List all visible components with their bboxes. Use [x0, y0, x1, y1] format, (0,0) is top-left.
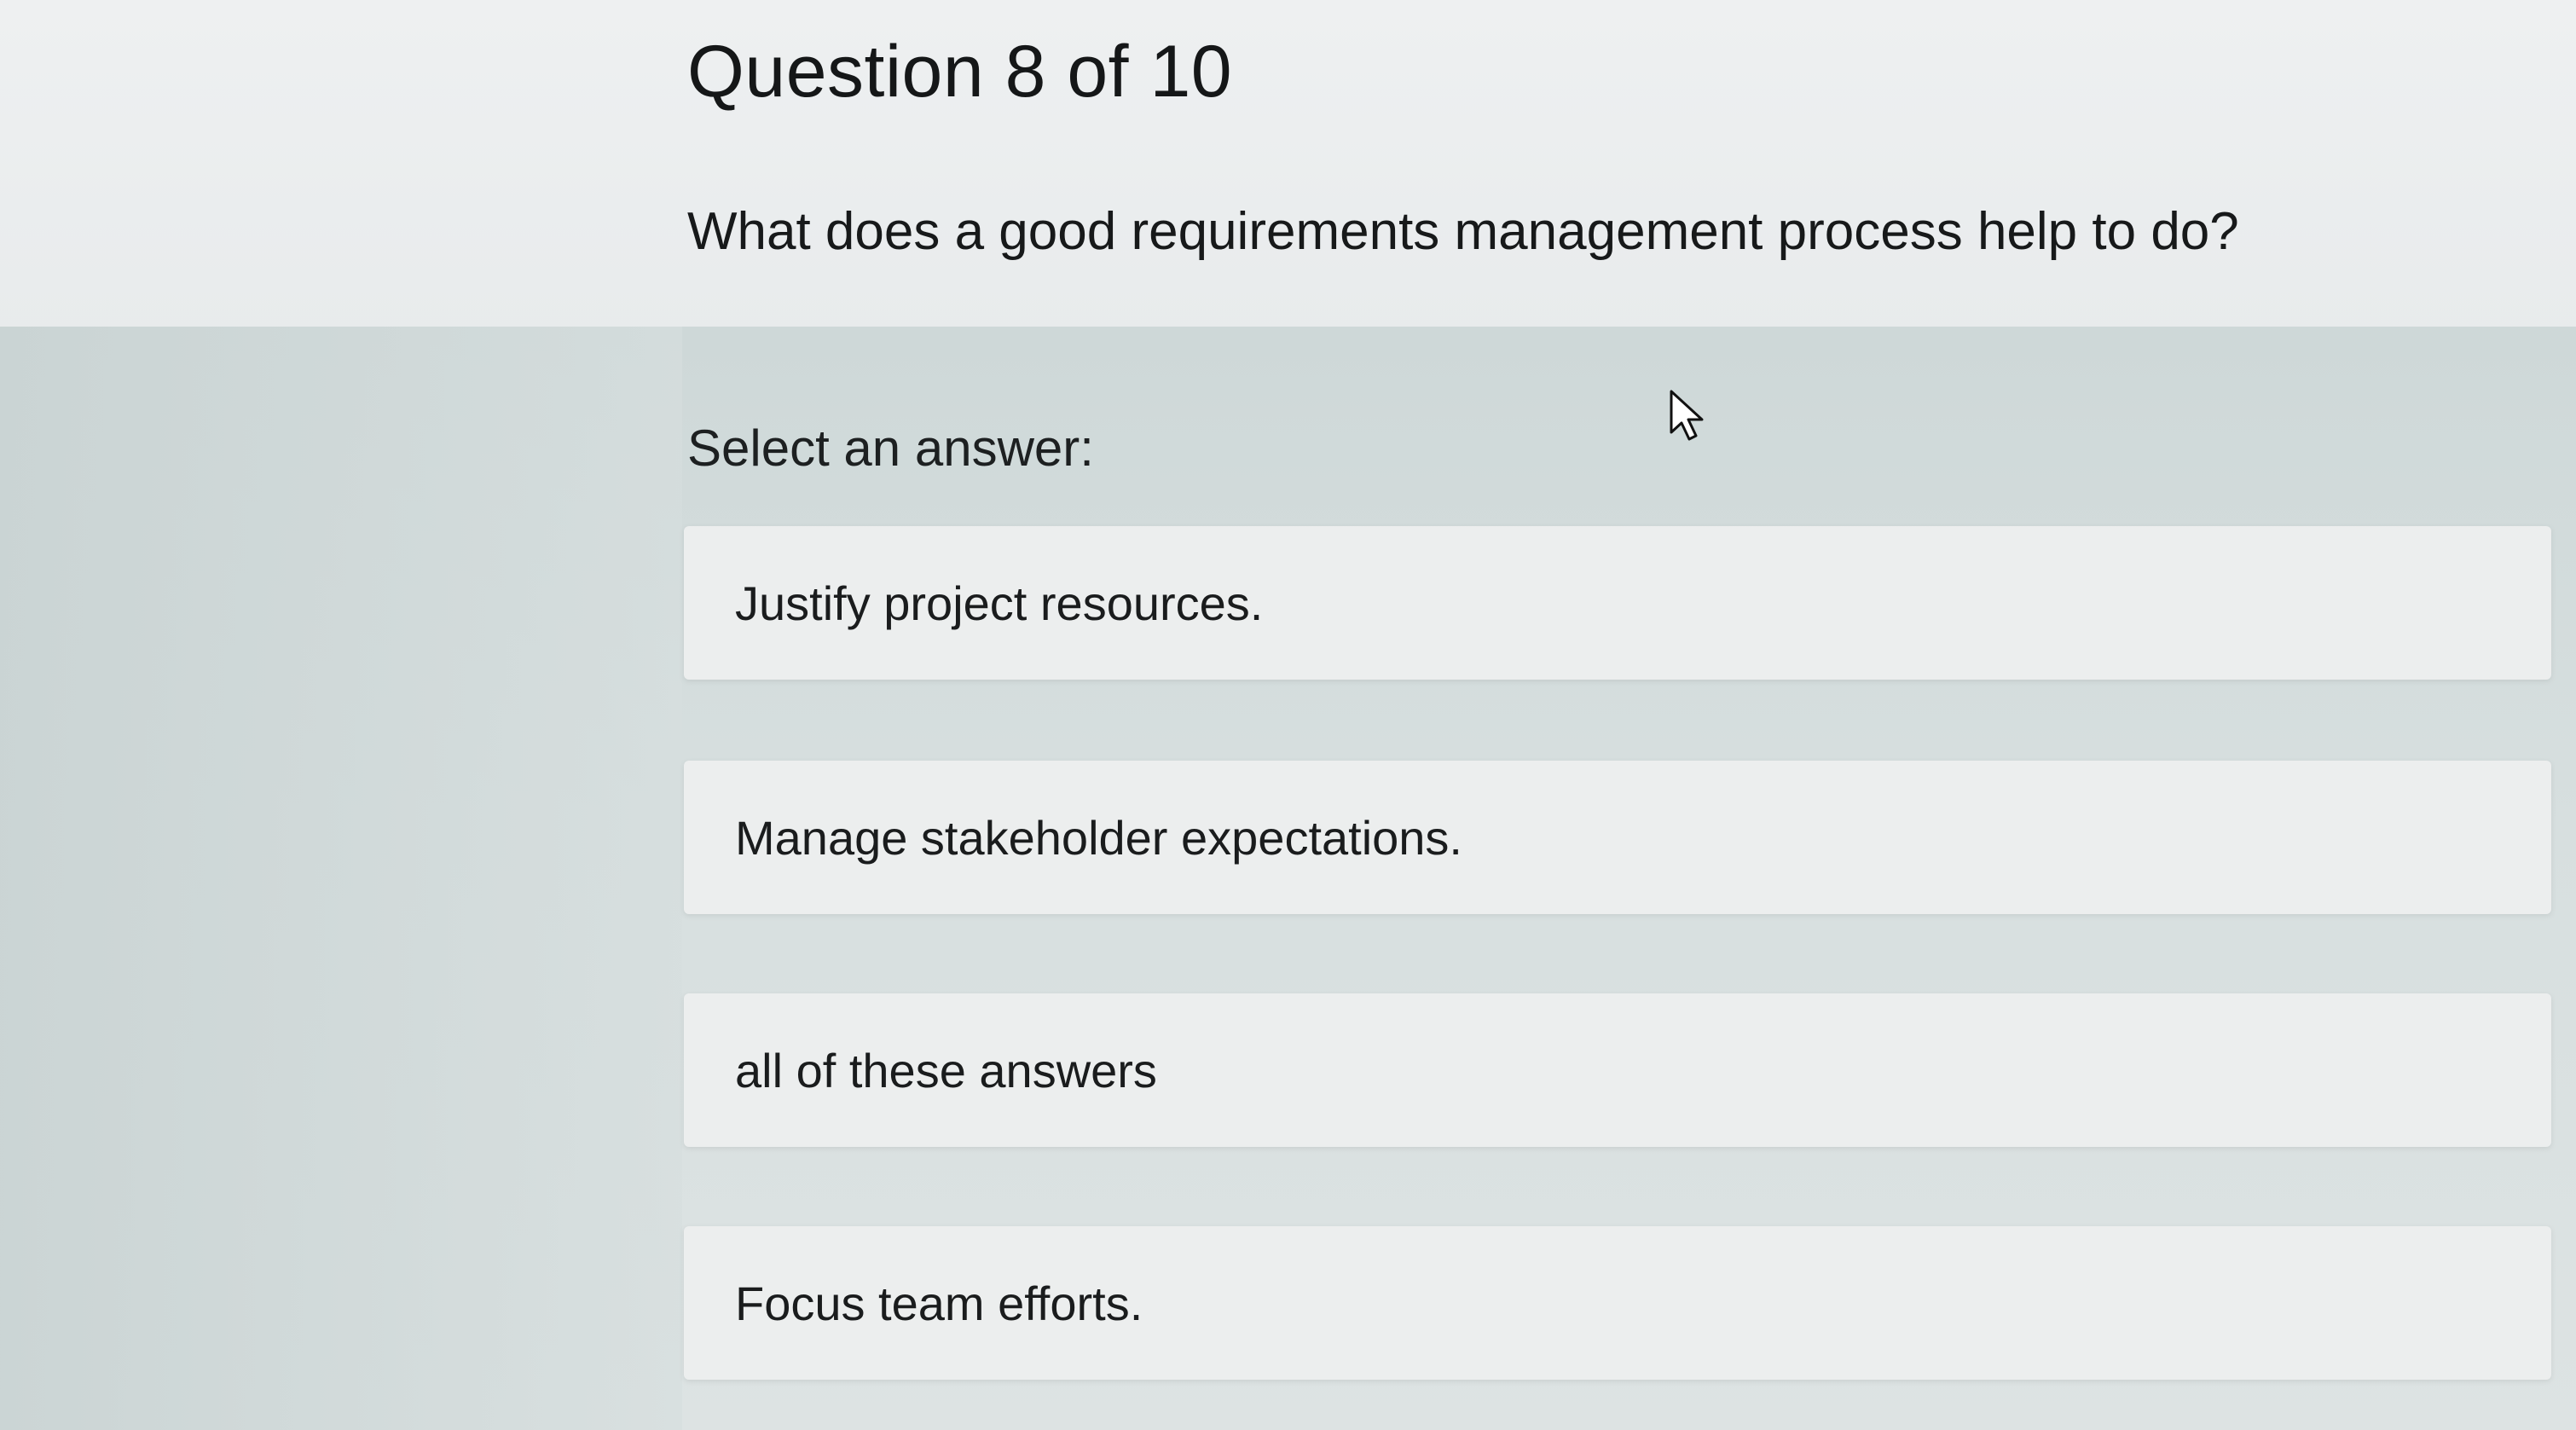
- mouse-pointer-icon: [1670, 390, 1704, 441]
- answer-option-label: Manage stakeholder expectations.: [735, 810, 1462, 865]
- answer-option-label: Focus team efforts.: [735, 1276, 1143, 1330]
- answer-option-label: all of these answers: [735, 1043, 1157, 1097]
- answer-option-justify-project-resources[interactable]: Justify project resources.: [684, 526, 2551, 680]
- select-answer-label: Select an answer:: [687, 420, 1094, 477]
- answer-option-focus-team-efforts[interactable]: Focus team efforts.: [684, 1226, 2551, 1380]
- question-text: What does a good requirements management…: [687, 202, 2239, 261]
- answer-option-manage-stakeholder-expectations[interactable]: Manage stakeholder expectations.: [684, 761, 2551, 914]
- question-counter-title: Question 8 of 10: [687, 31, 1233, 113]
- question-header-area: [0, 0, 2576, 341]
- left-answer-shade: [0, 327, 682, 1430]
- answer-option-label: Justify project resources.: [735, 576, 1264, 630]
- answer-option-all-of-these-answers[interactable]: all of these answers: [684, 993, 2551, 1147]
